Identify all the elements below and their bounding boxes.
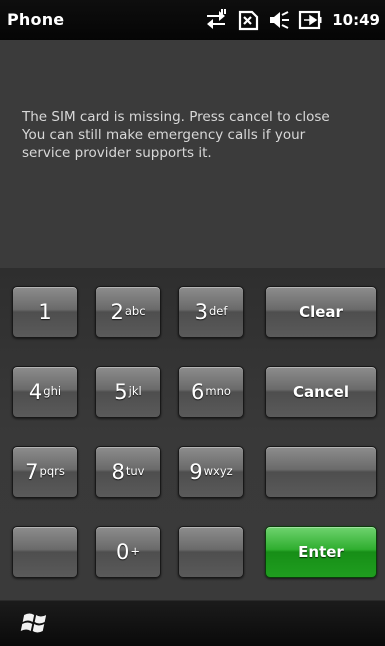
clear-button[interactable]: Clear	[265, 286, 377, 338]
blank-key[interactable]	[178, 526, 244, 578]
start-button[interactable]	[18, 611, 47, 637]
message-line: You can still make emergency calls if yo…	[22, 127, 306, 143]
taskbar	[0, 600, 385, 646]
key-6[interactable]: 6 mno	[178, 366, 244, 418]
key-1[interactable]: 1	[12, 286, 78, 338]
clock[interactable]: 10:49	[332, 11, 380, 29]
key-2[interactable]: 2 abc	[95, 286, 161, 338]
dial-keypad: 1 2 abc 3 def Clear 4 ghi 5 jkl 6 mno Cancel …	[0, 268, 385, 600]
app-title: Phone	[7, 10, 65, 29]
sim-missing-message: The SIM card is missing. Press cancel to…	[22, 108, 372, 162]
enter-button[interactable]: Enter	[265, 526, 377, 578]
key-9[interactable]: 9 wxyz	[178, 446, 244, 498]
key-4[interactable]: 4 ghi	[12, 366, 78, 418]
no-sim-icon[interactable]	[236, 9, 260, 31]
status-icons: 10:49	[204, 8, 380, 32]
message-area: The SIM card is missing. Press cancel to…	[0, 40, 385, 268]
volume-icon[interactable]	[268, 9, 290, 31]
message-line: service provider supports it.	[22, 145, 212, 161]
key-0[interactable]: 0 +	[95, 526, 161, 578]
battery-charging-icon[interactable]	[298, 9, 322, 31]
status-bar: Phone 10:49	[0, 0, 385, 40]
key-5[interactable]: 5 jkl	[95, 366, 161, 418]
cancel-button[interactable]: Cancel	[265, 366, 377, 418]
blank-key[interactable]	[265, 446, 377, 498]
blank-key[interactable]	[12, 526, 78, 578]
message-line: The SIM card is missing. Press cancel to…	[22, 109, 330, 125]
windows-flag-icon	[20, 613, 47, 633]
data-transfer-icon[interactable]	[204, 9, 228, 31]
key-3[interactable]: 3 def	[178, 286, 244, 338]
key-7[interactable]: 7 pqrs	[12, 446, 78, 498]
phone-screen: Phone 10:49 The SIM card is missing. Pre…	[0, 0, 385, 646]
key-8[interactable]: 8 tuv	[95, 446, 161, 498]
